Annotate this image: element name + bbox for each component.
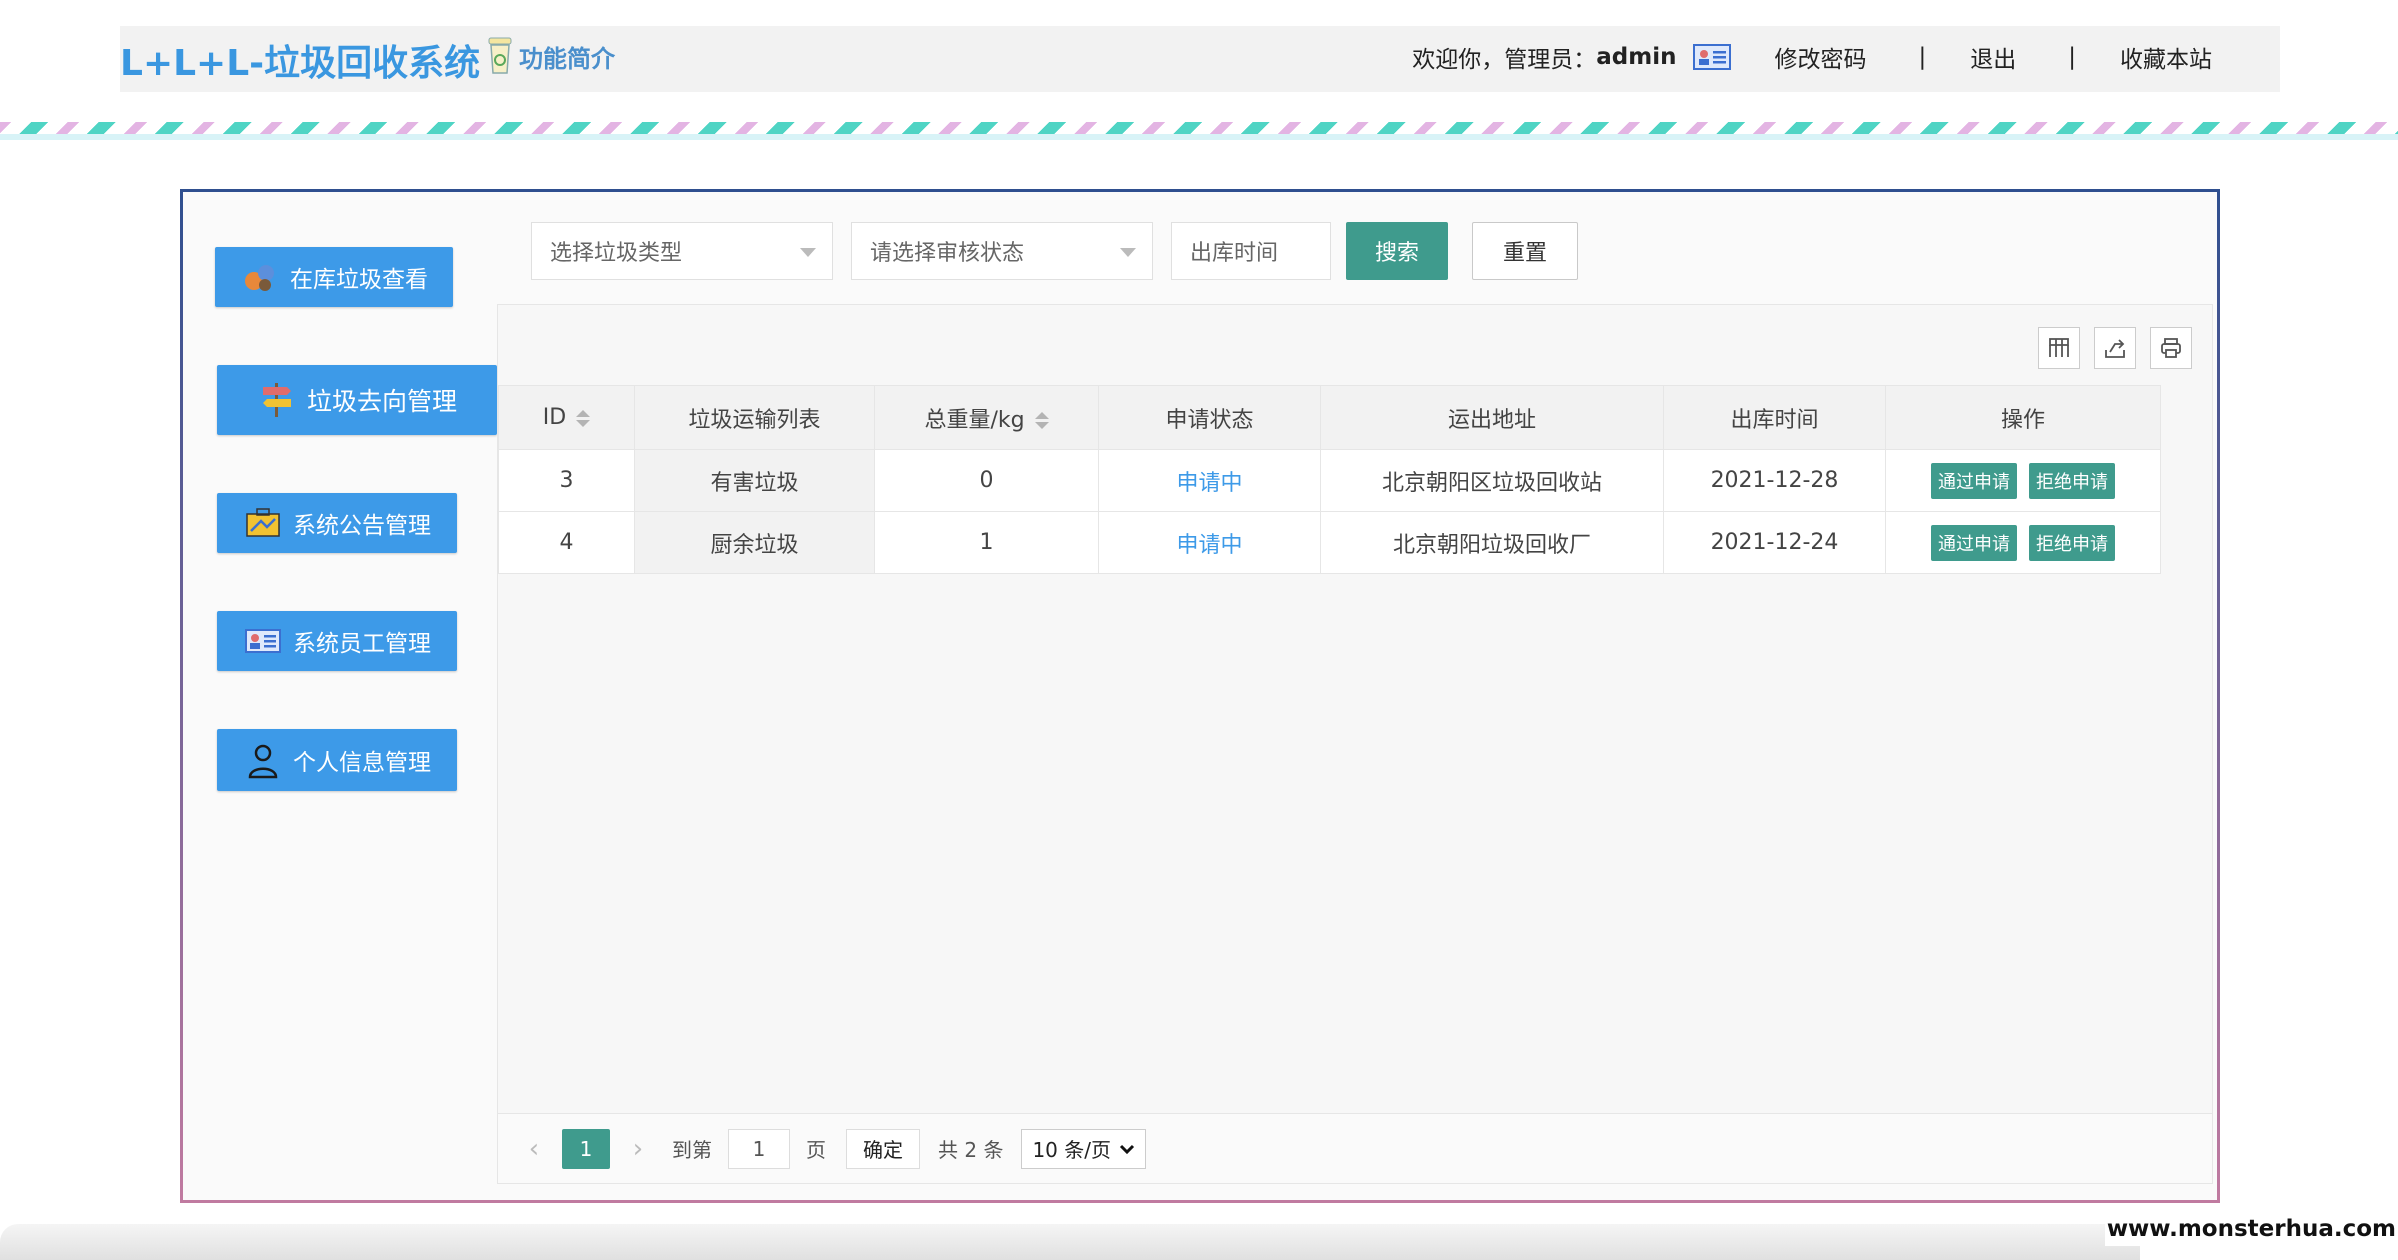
table-header-row: ID 垃圾运输列表 总重量/kg 申请状态 运出地址 出库时间 操作: [498, 385, 2161, 450]
bottom-shadow: [0, 1224, 2140, 1260]
recycle-icon: [245, 265, 274, 291]
chevron-down-icon: [1120, 248, 1136, 257]
export-icon: [2105, 339, 2125, 358]
watermark: www.monsterhua.com: [2104, 1212, 2398, 1246]
sidebar-item-staff[interactable]: 系统员工管理: [217, 611, 457, 671]
next-page-icon[interactable]: ›: [618, 1134, 658, 1164]
cell-id: 3: [498, 449, 635, 512]
printer-icon: [2161, 338, 2181, 358]
cell-type: 有害垃圾: [634, 449, 875, 512]
review-status-select[interactable]: 请选择审核状态: [851, 222, 1153, 280]
bookmark-link[interactable]: 收藏本站: [2120, 40, 2212, 74]
print-button[interactable]: [2150, 327, 2192, 369]
cell-type: 厨余垃圾: [634, 511, 875, 574]
signpost-icon: [262, 383, 291, 417]
logout-link[interactable]: 退出: [1970, 40, 2016, 74]
header-user-nav: 欢迎你，管理员： admin 修改密码 | 退出 | 收藏本站: [1412, 40, 2212, 74]
review-status-placeholder: 请选择审核状态: [870, 241, 1025, 266]
sidebar-item-label: 系统员工管理: [293, 631, 431, 657]
table-tools: [2038, 327, 2192, 369]
garbage-type-placeholder: 选择垃圾类型: [550, 241, 683, 266]
user-icon: [248, 744, 278, 779]
cell-status: 申请中: [1098, 511, 1321, 574]
outbound-date-placeholder: 出库时间: [1190, 241, 1279, 266]
columns-icon: [2049, 338, 2069, 357]
column-header-actions: 操作: [1885, 385, 2161, 450]
main-frame: 在库垃圾查看 垃圾去向管理 系统公告管理 系统员工管理 个人信息管理 选择垃圾类…: [180, 189, 2220, 1203]
outbound-date-input[interactable]: 出库时间: [1171, 222, 1331, 280]
intro-label: 功能简介: [519, 44, 615, 73]
table-row: 3 有害垃圾 0 申请中 北京朝阳区垃圾回收站 2021-12-28 通过申请拒…: [498, 449, 2161, 512]
sort-icon[interactable]: [1034, 412, 1049, 429]
page-size-value: 10 条/页: [1032, 1138, 1111, 1162]
approve-button[interactable]: 通过申请: [1931, 524, 2017, 561]
nav-separator: |: [2068, 44, 2076, 70]
approve-button[interactable]: 通过申请: [1931, 462, 2017, 499]
cell-address: 北京朝阳垃圾回收厂: [1320, 511, 1664, 574]
cell-weight: 0: [874, 449, 1099, 512]
id-card-icon: [245, 629, 281, 653]
sidebar-item-inventory[interactable]: 在库垃圾查看: [215, 247, 453, 307]
garbage-type-select[interactable]: 选择垃圾类型: [531, 222, 833, 280]
chevron-down-icon: [800, 248, 816, 257]
admin-name: admin: [1596, 44, 1677, 70]
column-header-status: 申请状态: [1098, 385, 1321, 450]
sidebar-item-profile[interactable]: 个人信息管理: [217, 729, 457, 791]
column-header-id[interactable]: ID: [498, 385, 635, 450]
trash-bin-icon: [488, 37, 512, 74]
id-card-icon: [1692, 44, 1731, 70]
reset-button[interactable]: 重置: [1472, 222, 1578, 280]
sort-icon[interactable]: [576, 409, 591, 427]
goto-label: 到第: [672, 1138, 712, 1162]
columns-filter-button[interactable]: [2038, 327, 2080, 369]
column-header-date: 出库时间: [1663, 385, 1886, 450]
brand-title: L+L+L-垃圾回收系统: [120, 43, 481, 84]
sidebar-item-label: 个人信息管理: [293, 750, 431, 776]
cell-actions: 通过申请 拒绝申请: [1885, 449, 2161, 512]
search-button[interactable]: 搜索: [1346, 222, 1448, 280]
cell-date: 2021-12-28: [1663, 449, 1886, 512]
transport-table: ID 垃圾运输列表 总重量/kg 申请状态 运出地址 出库时间 操作 3 有害垃…: [498, 385, 2161, 574]
sidebar-item-notices[interactable]: 系统公告管理: [217, 493, 457, 553]
sidebar-item-label: 系统公告管理: [293, 513, 431, 539]
prev-page-icon[interactable]: ‹: [514, 1134, 554, 1164]
top-header: L+L+L-垃圾回收系统 功能简介 欢迎你，管理员： admin 修改密码 | …: [120, 26, 2280, 92]
cell-date: 2021-12-24: [1663, 511, 1886, 574]
nav-separator: |: [1918, 44, 1927, 70]
cell-id: 4: [498, 511, 635, 574]
page-size-select[interactable]: 10 条/页: [1021, 1128, 1146, 1169]
page-unit-label: 页: [806, 1138, 826, 1162]
column-header-address: 运出地址: [1320, 385, 1664, 450]
goto-confirm-button[interactable]: 确定: [846, 1128, 920, 1169]
chevron-down-icon: [1119, 1144, 1135, 1154]
cell-weight: 1: [874, 511, 1099, 574]
column-header-weight[interactable]: 总重量/kg: [874, 385, 1099, 450]
export-button[interactable]: [2094, 327, 2136, 369]
intro-link[interactable]: 功能简介: [485, 36, 615, 76]
sidebar-item-label: 在库垃圾查看: [290, 267, 428, 293]
briefcase-icon: [246, 508, 280, 537]
cell-address: 北京朝阳区垃圾回收站: [1320, 449, 1664, 512]
change-password-link[interactable]: 修改密码: [1775, 40, 1867, 74]
cell-status: 申请中: [1098, 449, 1321, 512]
current-page[interactable]: 1: [562, 1128, 610, 1169]
table-row: 4 厨余垃圾 1 申请中 北京朝阳垃圾回收厂 2021-12-24 通过申请 拒绝…: [498, 511, 2161, 574]
cell-actions: 通过申请 拒绝申请: [1885, 511, 2161, 574]
sidebar-item-destination[interactable]: 垃圾去向管理: [217, 365, 497, 435]
reject-button[interactable]: 拒绝申请: [2029, 524, 2115, 561]
column-header-type: 垃圾运输列表: [634, 385, 875, 450]
reject-button[interactable]: 拒绝申请: [2029, 462, 2115, 499]
decorative-stripe-underline: [0, 134, 2398, 140]
total-count: 共 2 条: [938, 1138, 1004, 1162]
sidebar-item-label: 垃圾去向管理: [306, 387, 457, 416]
pagination: ‹ 1 › 到第 1 页 确定 共 2 条 10 条/页: [498, 1113, 2212, 1183]
goto-page-input[interactable]: 1: [728, 1128, 790, 1169]
table-container: ID 垃圾运输列表 总重量/kg 申请状态 运出地址 出库时间 操作 3 有害垃…: [497, 304, 2213, 1184]
welcome-text: 欢迎你，管理员：: [1412, 47, 1597, 73]
